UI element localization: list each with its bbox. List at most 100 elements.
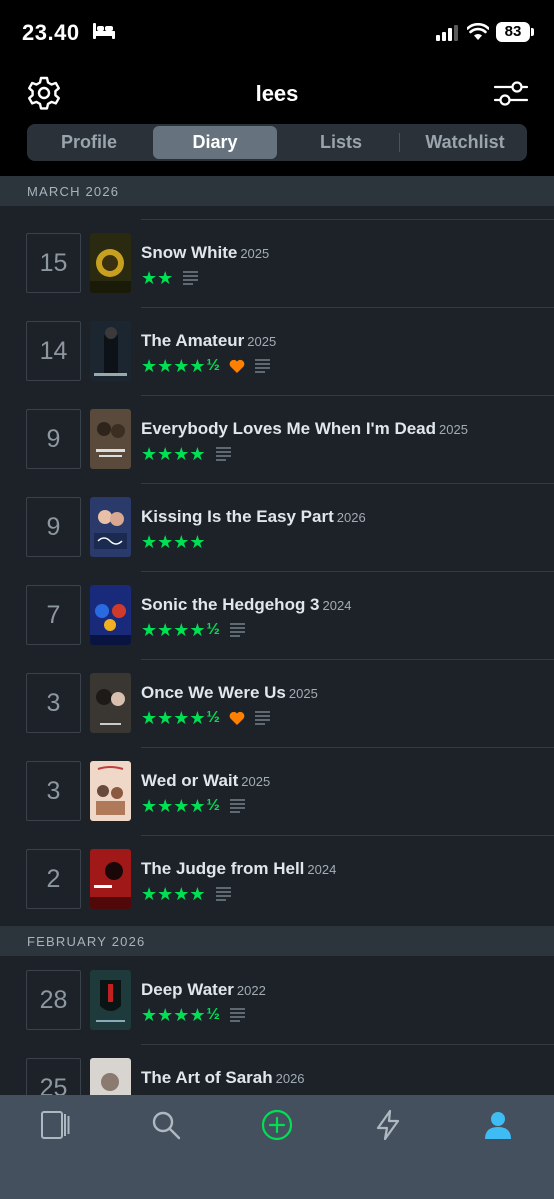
- film-poster[interactable]: [90, 970, 131, 1030]
- film-poster[interactable]: [90, 409, 131, 469]
- film-poster[interactable]: [90, 321, 131, 381]
- star-rating: ★★★★: [141, 795, 206, 817]
- film-title[interactable]: The Art of Sarah: [141, 1068, 273, 1087]
- diary-entry[interactable]: 7 Sonic the Hedgehog 3 2024 ★★★★ ½: [0, 571, 554, 659]
- tab-lists[interactable]: Lists: [279, 124, 403, 161]
- film-year: 2025: [247, 334, 277, 349]
- app-header: lees Profile Diary Lists Watchlist: [0, 66, 554, 176]
- entry-title-line: The Art of Sarah 2026: [141, 1068, 305, 1088]
- film-year: 2024: [322, 598, 352, 613]
- film-title[interactable]: Once We Were Us: [141, 683, 286, 702]
- film-poster[interactable]: [90, 233, 131, 293]
- entry-meta: ★★★★: [141, 531, 206, 553]
- star-rating: ★★★★: [141, 883, 206, 905]
- entry-title-line: Sonic the Hedgehog 3 2024: [141, 595, 351, 615]
- star-rating: ★★★★: [141, 1004, 206, 1026]
- diary-entry[interactable]: 14 The Amateur 2025 ★★★★ ½: [0, 307, 554, 395]
- film-year: 2025: [288, 686, 318, 701]
- entry-title-line: The Amateur 2025: [141, 331, 276, 351]
- film-year: 2025: [439, 422, 468, 437]
- diary-entry[interactable]: 9 Everybody Loves Me When I'm Dead 2025 ★…: [0, 395, 554, 483]
- film-poster[interactable]: [90, 497, 131, 557]
- entry-meta: ★★★★: [141, 883, 231, 905]
- tab-diary[interactable]: Diary: [153, 126, 277, 159]
- entry-day: 25: [26, 1058, 81, 1095]
- film-poster[interactable]: [90, 849, 131, 909]
- status-bar: 23.40 83: [0, 0, 554, 66]
- film-title[interactable]: Deep Water: [141, 980, 234, 999]
- entry-day: 14: [26, 321, 81, 381]
- film-title[interactable]: The Amateur: [141, 331, 244, 350]
- diary-entry[interactable]: 9 Kissing Is the Easy Part 2026 ★★★★: [0, 483, 554, 571]
- status-time: 23.40: [22, 20, 80, 45]
- diary-entry[interactable]: 15 Snow White 2025 ★★: [0, 219, 554, 307]
- entry-title-line: Once We Were Us 2025: [141, 683, 318, 703]
- films-icon[interactable]: [39, 1109, 71, 1141]
- film-title[interactable]: Everybody Loves Me When I'm Dead: [141, 419, 436, 438]
- divider: [141, 219, 554, 220]
- half-star: ½: [206, 621, 220, 638]
- entry-title-line: Deep Water 2022: [141, 980, 266, 1000]
- film-year: 2025: [241, 774, 271, 789]
- star-rating: ★★: [141, 267, 174, 289]
- entry-day: 15: [26, 233, 81, 293]
- entry-day: 9: [26, 409, 81, 469]
- entry-day: 3: [26, 761, 81, 821]
- star-rating: ★★★★: [141, 619, 206, 641]
- liked-heart-icon: [229, 711, 245, 725]
- battery-tip: [531, 28, 534, 36]
- film-poster[interactable]: [90, 673, 131, 733]
- add-icon[interactable]: [261, 1109, 293, 1141]
- film-poster[interactable]: [90, 761, 131, 821]
- bottom-tab-bar: [0, 1095, 554, 1199]
- half-star: ½: [206, 1006, 220, 1023]
- star-rating: ★★★★: [141, 355, 206, 377]
- entry-day: 28: [26, 970, 81, 1030]
- profile-icon[interactable]: [482, 1109, 514, 1141]
- film-title[interactable]: Wed or Wait: [141, 771, 238, 790]
- activity-lightning-icon[interactable]: [372, 1109, 404, 1141]
- diary-entry[interactable]: 28 Deep Water 2022 ★★★★ ½: [0, 956, 554, 1044]
- entry-title-line: The Judge from Hell 2024: [141, 859, 336, 879]
- half-star: ½: [206, 357, 220, 374]
- diary-entry[interactable]: 3 Once We Were Us 2025 ★★★★ ½: [0, 659, 554, 747]
- entry-meta: ★★★★ ½: [141, 707, 270, 729]
- section-label: FEBRUARY 2026: [27, 934, 146, 949]
- divider: [141, 747, 554, 748]
- film-poster[interactable]: [90, 585, 131, 645]
- tab-profile[interactable]: Profile: [27, 124, 151, 161]
- film-year: 2022: [236, 983, 266, 998]
- section-header-march-2026: MARCH 2026: [0, 176, 554, 206]
- film-poster[interactable]: [90, 1058, 131, 1095]
- star-rating: ★★★★: [141, 707, 206, 729]
- review-lines-icon: [254, 711, 270, 725]
- divider: [141, 1044, 554, 1045]
- star-rating: ★★★★: [141, 531, 206, 553]
- film-year: 2026: [275, 1071, 305, 1086]
- page-title: lees: [255, 81, 299, 106]
- entry-day: 9: [26, 497, 81, 557]
- review-lines-icon: [229, 799, 245, 813]
- film-title[interactable]: The Judge from Hell: [141, 859, 304, 878]
- entry-day: 2: [26, 849, 81, 909]
- review-lines-icon: [215, 447, 231, 461]
- tab-watchlist[interactable]: Watchlist: [403, 124, 527, 161]
- wifi-icon: [467, 23, 489, 40]
- cellular-signal-icon: [436, 25, 458, 41]
- entry-meta: ★★★★: [141, 444, 231, 465]
- film-title[interactable]: Kissing Is the Easy Part: [141, 507, 334, 526]
- battery-indicator: 83: [496, 22, 530, 42]
- section-header-february-2026: FEBRUARY 2026: [0, 926, 554, 956]
- filter-sliders-icon[interactable]: [493, 78, 529, 108]
- film-title[interactable]: Sonic the Hedgehog 3: [141, 595, 320, 614]
- diary-entry[interactable]: 2 The Judge from Hell 2024 ★★★★: [0, 835, 554, 923]
- entry-title-line: Snow White 2025: [141, 243, 269, 263]
- search-icon[interactable]: [150, 1109, 182, 1141]
- section-label: MARCH 2026: [27, 184, 120, 199]
- diary-entry[interactable]: 25 The Art of Sarah 2026: [0, 1044, 554, 1095]
- sleep-bed-icon: [93, 23, 115, 39]
- divider: [141, 659, 554, 660]
- diary-entry[interactable]: 3 Wed or Wait 2025 ★★★★ ½: [0, 747, 554, 835]
- film-year: 2026: [336, 510, 366, 525]
- film-title[interactable]: Snow White: [141, 243, 237, 262]
